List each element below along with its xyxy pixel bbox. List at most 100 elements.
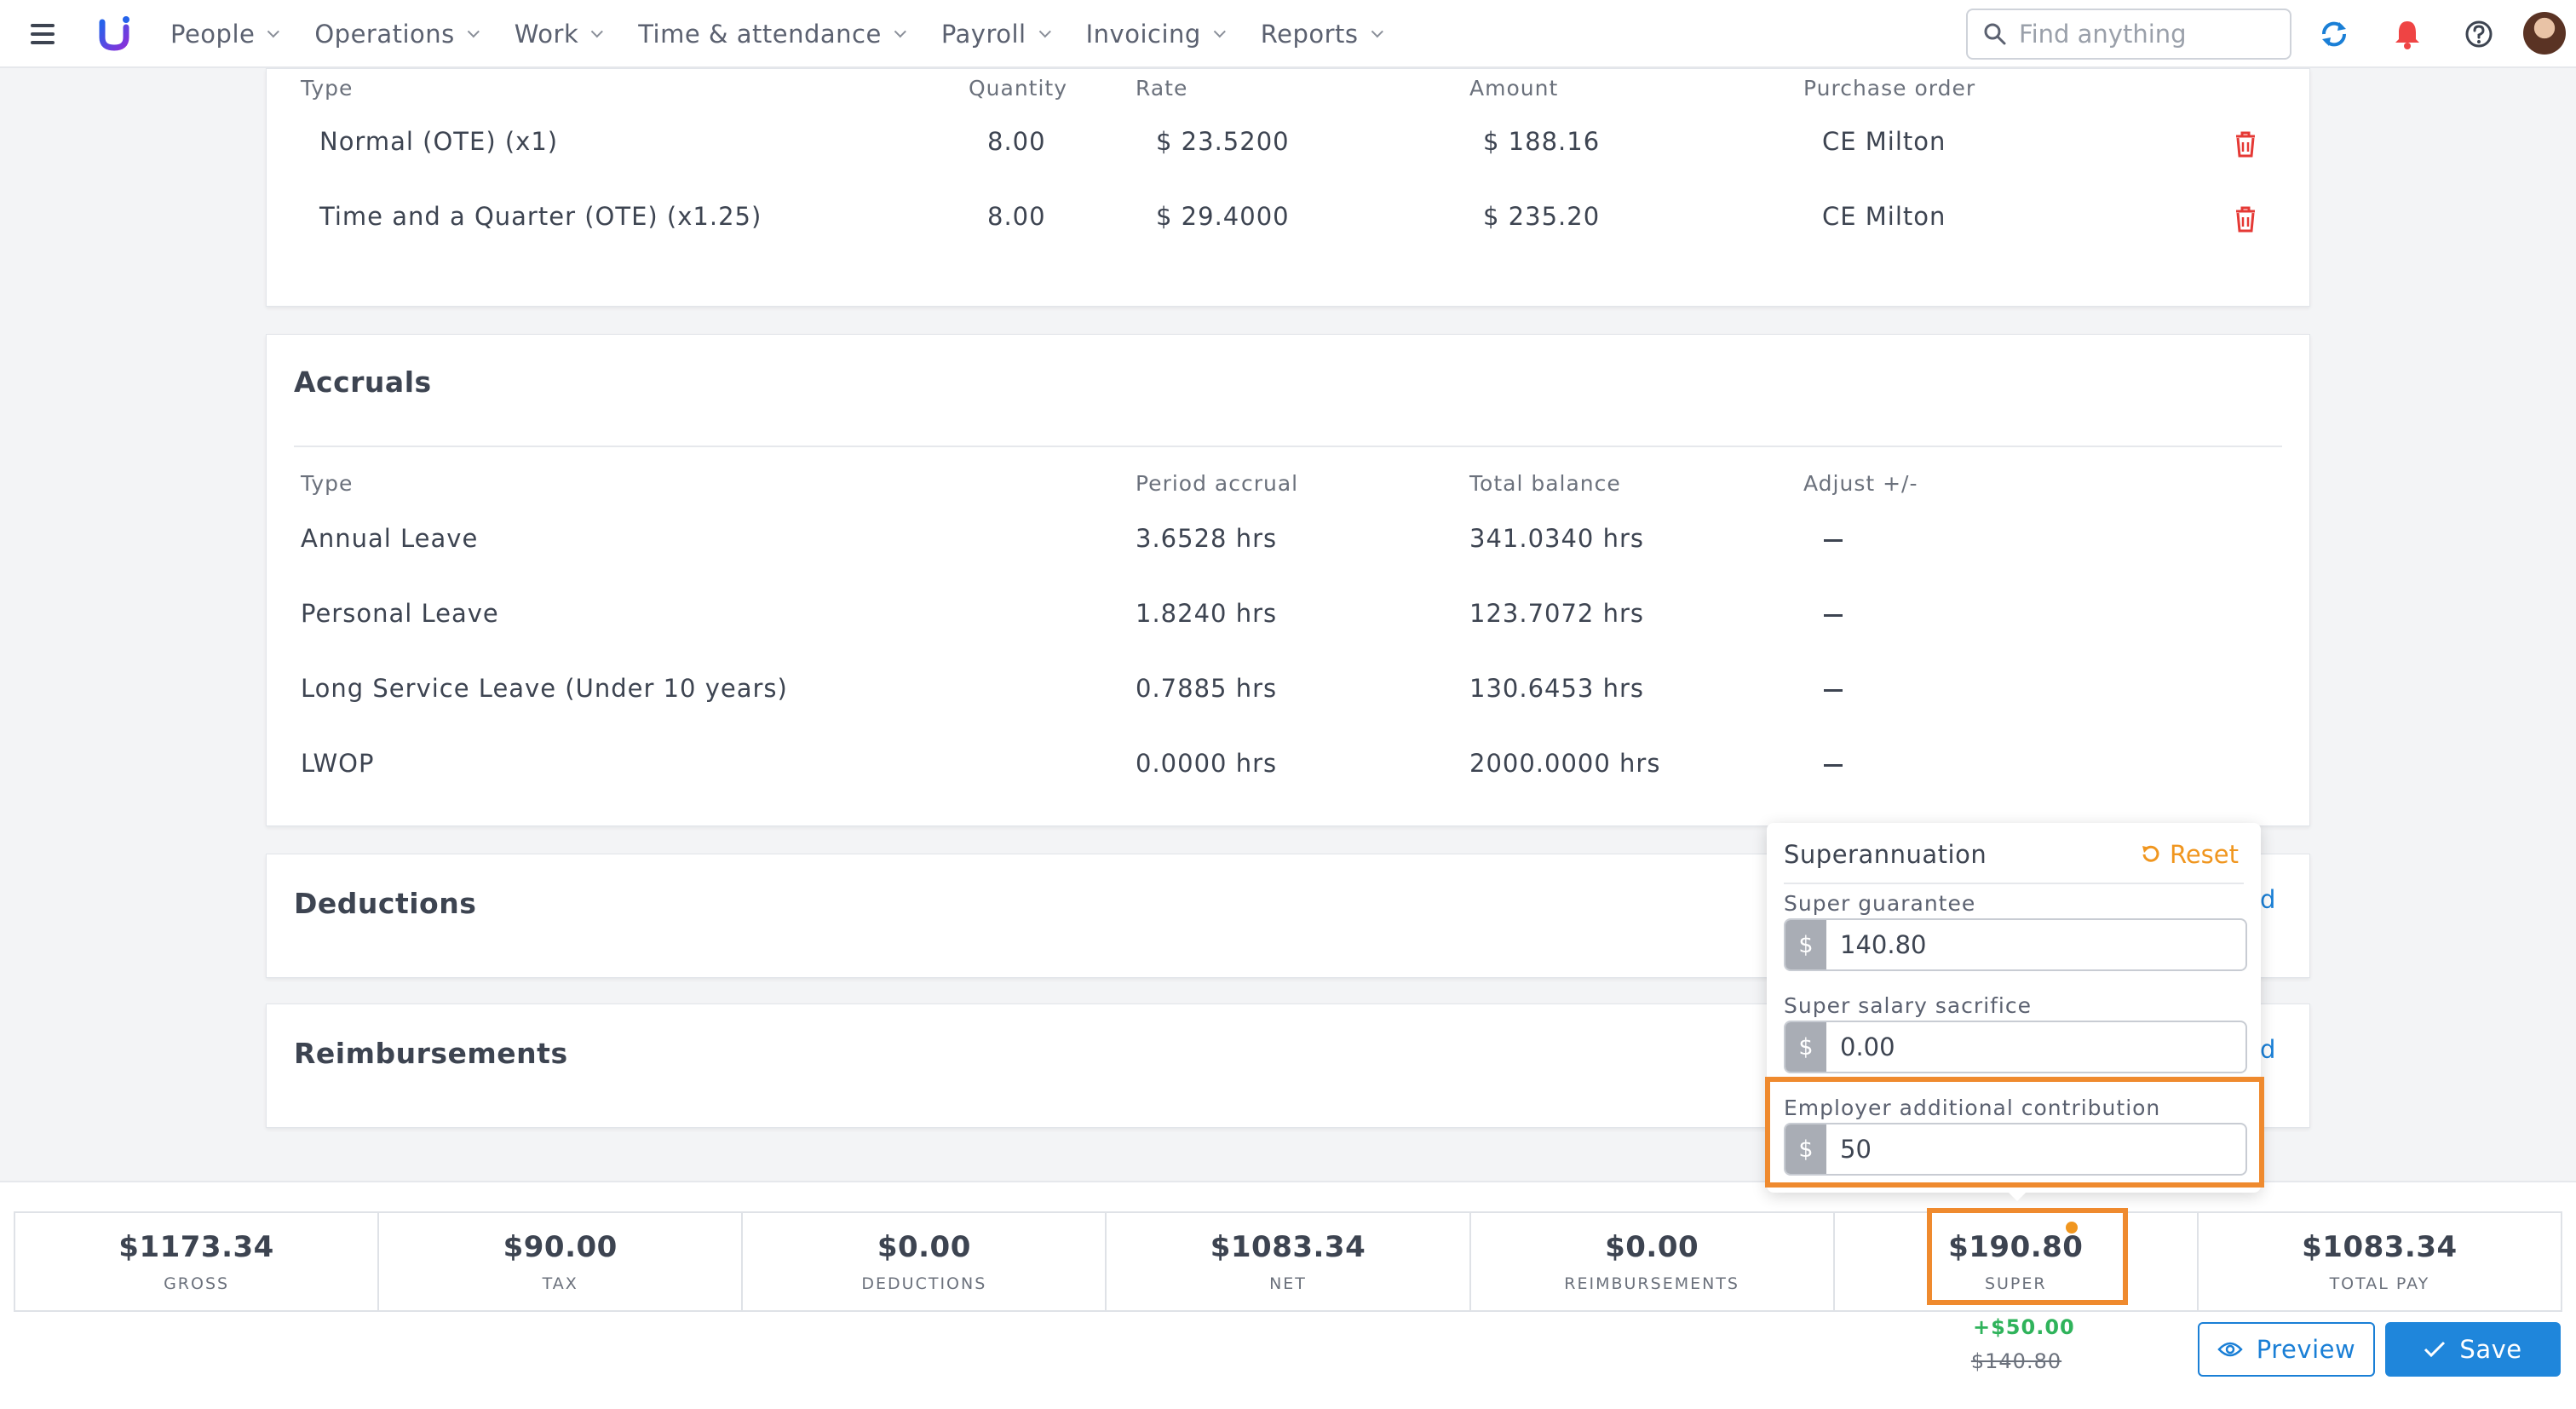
popover-title: Superannuation [1784,840,1987,869]
accrual-period: 0.0000 hrs [1136,749,1278,778]
summary-label: NET [1269,1274,1307,1293]
summary-value: $0.00 [1605,1230,1699,1264]
earning-quantity[interactable]: 8.00 [987,127,1046,156]
nav-label: Invoicing [1085,20,1201,49]
chevron-down-icon [1371,26,1383,38]
input-value: 140.80 [1840,930,1927,959]
summary-gross: $1173.34 GROSS [15,1213,380,1310]
deductions-title: Deductions [294,887,477,920]
adjust-dash[interactable] [1824,539,1843,542]
nav-label: Operations [314,20,455,49]
accruals-title: Accruals [294,365,432,399]
accrual-total: 2000.0000 hrs [1469,749,1661,778]
super-salary-sacrifice-label: Super salary sacrifice [1784,993,2033,1018]
earning-po[interactable]: CE Milton [1822,202,1946,231]
earning-type: Normal (OTE) (x1) [319,127,559,156]
nav-label: Time & attendance [638,20,882,49]
summary-label: TOTAL PAY [2329,1274,2430,1293]
adjust-dash[interactable] [1824,614,1843,617]
nav-operations[interactable]: Operations [314,20,480,49]
save-button[interactable]: Save [2385,1322,2561,1377]
refresh-icon[interactable] [2317,17,2351,51]
help-icon[interactable] [2462,17,2496,51]
super-salary-sacrifice-input[interactable]: $ 0.00 [1784,1021,2247,1073]
col-quantity: Quantity [969,76,1068,101]
accrual-period: 3.6528 hrs [1136,524,1278,553]
col-period-accrual: Period accrual [1136,471,1299,496]
trash-icon[interactable] [2233,205,2258,233]
super-guarantee-label: Super guarantee [1784,891,1976,916]
summary-net: $1083.34 NET [1107,1213,1471,1310]
nav-label: Reports [1260,20,1359,49]
currency-prefix: $ [1785,1022,1826,1072]
accrual-type: Long Service Leave (Under 10 years) [301,674,788,703]
earnings-card: Type Quantity Rate Amount Purchase order… [266,68,2310,307]
add-reimbursement-link[interactable]: d [2260,1035,2275,1064]
earning-quantity[interactable]: 8.00 [987,202,1046,231]
app-logo[interactable] [97,15,131,53]
popover-arrow [2005,1189,2029,1201]
nav-people[interactable]: People [170,20,280,49]
avatar[interactable] [2523,12,2566,55]
summary-value: $1083.34 [2302,1230,2458,1264]
col-adjust: Adjust +/- [1803,471,1918,496]
accrual-period: 1.8240 hrs [1136,599,1278,628]
earning-rate[interactable]: $ 23.5200 [1156,127,1290,156]
search-input[interactable]: Find anything [1966,9,2291,60]
divider [1784,883,2244,884]
accrual-total: 341.0340 hrs [1469,524,1645,553]
add-deduction-link[interactable]: d [2260,885,2275,914]
earning-rate[interactable]: $ 29.4000 [1156,202,1290,231]
chevron-down-icon [1213,26,1226,38]
adjust-dash[interactable] [1824,764,1843,767]
save-label: Save [2459,1335,2522,1364]
menu-icon[interactable] [31,24,55,44]
reset-icon [2142,845,2159,862]
col-rate: Rate [1136,76,1188,101]
chevron-down-icon [590,26,604,38]
reset-label: Reset [2169,840,2239,869]
nav-label: Work [514,20,579,49]
adjust-dash[interactable] [1824,689,1843,692]
nav-invoicing[interactable]: Invoicing [1085,20,1226,49]
super-previous-value: $140.80 [1970,1349,2062,1373]
earning-amount: $ 235.20 [1483,202,1601,231]
earning-po[interactable]: CE Milton [1822,127,1946,156]
chevron-down-icon [467,26,480,38]
reset-button[interactable]: Reset [2139,840,2239,869]
reimbursements-title: Reimbursements [294,1037,568,1070]
nav-time-attendance[interactable]: Time & attendance [638,20,906,49]
super-guarantee-input[interactable]: $ 140.80 [1784,918,2247,971]
top-nav: People Operations Work Time & attendance… [0,0,2576,68]
nav-reports[interactable]: Reports [1260,20,1383,49]
highlight-box [1927,1208,2128,1305]
accrual-total: 123.7072 hrs [1469,599,1645,628]
nav-label: People [170,20,256,49]
summary-total-pay: $1083.34 TOTAL PAY [2199,1213,2561,1310]
nav-label: Payroll [940,20,1026,49]
col-amount: Amount [1469,76,1559,101]
chevron-down-icon [894,26,906,38]
super-delta: +$50.00 [1973,1315,2075,1339]
trash-icon[interactable] [2233,130,2258,158]
summary-tax: $90.00 TAX [379,1213,744,1310]
summary-value: $0.00 [877,1230,971,1264]
preview-label: Preview [2256,1335,2356,1364]
col-type: Type [301,471,354,496]
preview-button[interactable]: Preview [2198,1322,2375,1377]
nav-work[interactable]: Work [514,20,604,49]
search-placeholder: Find anything [2019,20,2187,49]
accrual-type: Personal Leave [301,599,499,628]
input-value: 0.00 [1840,1032,1895,1061]
nav-payroll[interactable]: Payroll [940,20,1051,49]
summary-table: $1173.34 GROSS $90.00 TAX $0.00 DEDUCTIO… [14,1211,2562,1312]
summary-reimbursements: $0.00 REIMBURSEMENTS [1471,1213,1835,1310]
col-total-balance: Total balance [1469,471,1621,496]
summary-value: $90.00 [503,1230,618,1264]
chevron-down-icon [267,26,280,38]
accrual-period: 0.7885 hrs [1136,674,1278,703]
bell-icon[interactable] [2390,17,2424,51]
summary-label: REIMBURSEMENTS [1564,1274,1739,1293]
chevron-down-icon [1038,26,1051,38]
accrual-type: LWOP [301,749,375,778]
